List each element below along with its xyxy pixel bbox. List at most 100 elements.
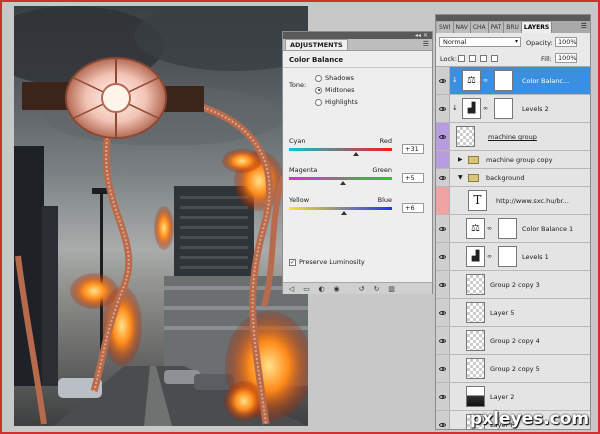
lock-all-icon[interactable] (491, 55, 498, 62)
previous-state-icon[interactable]: ↺ (357, 285, 366, 293)
slider-left-label: Magenta (289, 166, 318, 174)
artwork-svg (14, 6, 308, 426)
layer-mask-thumbnail[interactable] (494, 70, 513, 91)
slider-value-field[interactable]: +6 (402, 203, 424, 213)
visibility-toggle[interactable] (436, 151, 450, 168)
layer-row[interactable]: Group 2 copy 5 (436, 355, 590, 383)
visibility-toggle[interactable] (436, 411, 450, 429)
tone-radio-shadows[interactable]: Shadows (315, 74, 354, 82)
slider-track[interactable] (289, 148, 392, 156)
panel-tab-row: SWI NAV CHA PAT BRU LAYERS ☰ (436, 21, 590, 33)
visibility-toggle[interactable] (436, 243, 450, 270)
eye-icon (439, 366, 446, 371)
layer-thumbnail[interactable] (466, 386, 485, 407)
checkbox-icon[interactable]: ✓ (289, 258, 296, 266)
trash-icon[interactable]: ▥ (387, 285, 396, 293)
visibility-toggle[interactable] (436, 271, 450, 298)
eye-icon (439, 175, 446, 180)
layer-row[interactable]: Layer 5 (436, 299, 590, 327)
balance-scale-icon: ⚖ (462, 70, 481, 91)
tab-adjustments[interactable]: ADJUSTMENTS (285, 39, 348, 50)
lock-image-icon[interactable] (469, 55, 476, 62)
visibility-toggle[interactable] (436, 215, 450, 242)
radio-icon[interactable] (315, 98, 322, 106)
layer-row[interactable]: ↓ ⚖ ∞ Color Balanc... (436, 67, 590, 95)
layer-row[interactable]: Group 2 copy 3 (436, 271, 590, 299)
tab-channels[interactable]: CHA (470, 22, 489, 33)
clip-layer-icon[interactable]: ◐ (317, 285, 326, 293)
layer-name: Levels 2 (522, 105, 549, 113)
panel-menu-icon[interactable]: ☰ (423, 40, 429, 48)
slider-thumb[interactable] (353, 152, 360, 156)
fill-field[interactable]: 100% (555, 53, 577, 63)
panel-titlebar[interactable]: ◂◂ ✕ (283, 32, 432, 39)
reset-icon[interactable]: ↻ (372, 285, 381, 293)
slider-track[interactable] (289, 207, 392, 215)
layer-thumbnail[interactable] (466, 330, 485, 351)
adjustments-body: Color Balance Tone: Shadows Midtones Hig… (283, 51, 432, 282)
clipping-arrow-icon: ↓ (452, 104, 458, 112)
slider-value-field[interactable]: +31 (402, 144, 424, 154)
visibility-toggle[interactable] (436, 123, 450, 150)
layer-thumbnail[interactable] (456, 126, 475, 147)
visibility-toggle[interactable] (436, 187, 450, 214)
visibility-toggle[interactable] (436, 299, 450, 326)
visibility-toggle[interactable] (436, 67, 450, 94)
layer-row[interactable]: Layer 2 (436, 383, 590, 411)
layer-row[interactable]: ▶ machine group copy (436, 151, 590, 169)
document-canvas[interactable] (14, 6, 308, 426)
preserve-luminosity-checkbox[interactable]: ✓ Preserve Luminosity (289, 258, 365, 266)
visibility-toggle[interactable] (436, 169, 450, 186)
tab-navigator[interactable]: NAV (453, 22, 471, 33)
visibility-toggle[interactable] (436, 355, 450, 382)
layer-row[interactable]: machine group (436, 123, 590, 151)
layer-row[interactable]: Group 2 copy 4 (436, 327, 590, 355)
panel-menu-icon[interactable]: ☰ (581, 22, 587, 30)
visibility-toggle[interactable] (436, 383, 450, 410)
opacity-field[interactable]: 100% (555, 37, 577, 47)
slider-thumb[interactable] (340, 181, 347, 185)
layer-row[interactable]: ⚖ ∞ Color Balance 1 (436, 215, 590, 243)
layer-thumbnail[interactable] (466, 274, 485, 295)
layer-thumbnail[interactable] (466, 302, 485, 323)
tab-paths[interactable]: PAT (488, 22, 505, 33)
slider-thumb[interactable] (340, 211, 347, 215)
tab-swatches[interactable]: SWI (437, 22, 454, 33)
radio-label: Shadows (325, 74, 355, 82)
radio-icon[interactable] (315, 74, 322, 82)
layer-name: Group 2 copy 3 (490, 281, 540, 289)
tone-radio-midtones[interactable]: Midtones (315, 86, 355, 94)
visibility-toggle[interactable] (436, 327, 450, 354)
radio-icon[interactable] (315, 86, 322, 94)
layer-row[interactable]: T http://www.sxc.hu/br... (436, 187, 590, 215)
layer-name: Layer 2 (490, 393, 515, 401)
visibility-toggle[interactable] (436, 95, 450, 122)
building-left-2 (42, 206, 58, 386)
layer-controls: Normal Opacity: 100% Lock: Fill: 100% (436, 33, 590, 67)
tab-brushes[interactable]: BRU (504, 22, 522, 33)
layer-mask-thumbnail[interactable] (498, 246, 517, 267)
collapse-triangle-icon[interactable]: ▼ (458, 174, 463, 181)
levels-histogram-icon: ▟ (462, 98, 481, 119)
layer-mask-thumbnail[interactable] (498, 218, 517, 239)
layer-row[interactable]: ▟ ∞ Levels 1 (436, 243, 590, 271)
tab-layers[interactable]: LAYERS (521, 22, 553, 33)
layer-mask-thumbnail[interactable] (494, 98, 513, 119)
layer-name: Group 2 copy 4 (490, 337, 540, 345)
layer-thumbnail[interactable] (466, 358, 485, 379)
lock-position-icon[interactable] (480, 55, 487, 62)
slider-track[interactable] (289, 177, 392, 185)
layer-row[interactable]: ↓ ▟ ∞ Levels 2 (436, 95, 590, 123)
collapse-icon[interactable]: ◂◂ ✕ (415, 32, 428, 39)
visibility-eye-icon[interactable]: ◉ (332, 285, 341, 293)
back-arrow-icon[interactable]: ◁ (287, 285, 296, 293)
slider-value-field[interactable]: +5 (402, 173, 424, 183)
expand-view-icon[interactable]: ▭ (302, 285, 311, 293)
blend-mode-select[interactable]: Normal (439, 37, 521, 47)
lock-transparency-icon[interactable] (458, 55, 465, 62)
expand-triangle-icon[interactable]: ▶ (458, 156, 463, 163)
type-layer-icon: T (468, 190, 487, 211)
layer-name: Levels 1 (522, 253, 549, 261)
tone-radio-highlights[interactable]: Highlights (315, 98, 358, 106)
layer-row[interactable]: ▼ background (436, 169, 590, 187)
